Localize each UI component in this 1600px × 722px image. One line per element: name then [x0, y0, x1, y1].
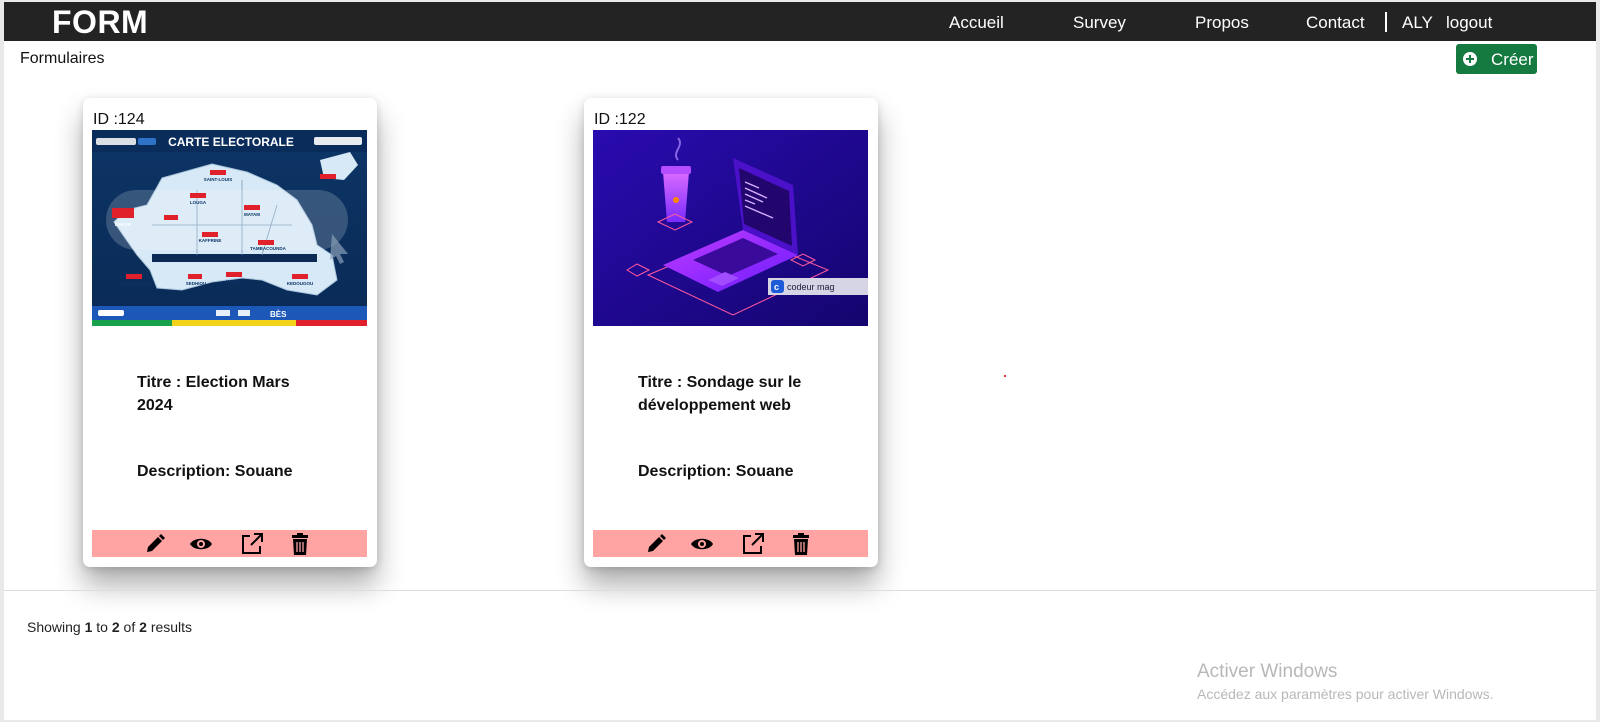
image-badge: codeur mag	[787, 282, 835, 292]
stray-dot	[1004, 375, 1006, 377]
card-action-bar	[92, 530, 367, 557]
pager-to-word: to	[96, 619, 108, 635]
pager-to: 2	[111, 619, 120, 635]
region-label: KAFFRINE	[199, 238, 222, 243]
watermark-title: Activer Windows	[1197, 661, 1338, 682]
region-label: DAKAR	[115, 222, 132, 227]
map-title: CARTE ELECTORALE	[168, 135, 294, 149]
user-name[interactable]: ALY	[1402, 13, 1433, 33]
view-icon[interactable]	[189, 532, 213, 556]
region-label: ZIGUINCHOR	[122, 281, 151, 286]
pager-suffix: results	[150, 619, 193, 635]
edit-icon[interactable]	[143, 532, 167, 556]
plus-circle-icon	[1463, 52, 1477, 66]
card-title: Titre : Sondage sur le développement web	[638, 374, 802, 414]
open-external-icon[interactable]	[741, 532, 765, 556]
brand-logo[interactable]: FORM	[52, 3, 148, 41]
nav-separator	[1385, 12, 1387, 32]
form-card: ID :122 c codeur mag Titre: Sondage sur…	[584, 98, 878, 567]
watermark-subtitle: Accédez aux paramètres pour activer Wind…	[1197, 686, 1494, 702]
nav-link-propos[interactable]: Propos	[1195, 13, 1249, 33]
open-external-icon[interactable]	[240, 532, 264, 556]
nav-link-contact[interactable]: Contact	[1306, 13, 1365, 33]
logout-link[interactable]: logout	[1446, 13, 1492, 33]
view-icon[interactable]	[690, 532, 714, 556]
card-id: ID :124	[93, 111, 145, 128]
card-title: Titre : Election Mars 2024	[137, 374, 290, 414]
region-label: SAINT-LOUIS	[204, 177, 233, 182]
nav-link-accueil[interactable]: Accueil	[949, 13, 1004, 33]
card-id: ID :122	[594, 111, 646, 128]
app-window: FORM Accueil Survey Propos Contact ALY l…	[4, 2, 1596, 720]
svg-text:c: c	[774, 282, 779, 292]
form-card: ID :124 CARTE ELECTORALE SAINT-LOUIS LOU…	[83, 98, 377, 567]
create-form-button[interactable]: Créer	[1456, 44, 1537, 74]
page-title: Formulaires	[20, 50, 105, 67]
region-label: KEDOUGOU	[287, 281, 314, 286]
section-divider	[4, 590, 1596, 591]
region-label: LOUGA	[190, 200, 207, 205]
pagination-summary: Showing 1 to 2 of 2 results	[27, 619, 192, 635]
card-description: Description: Souane	[638, 463, 794, 480]
top-navbar: FORM Accueil Survey Propos Contact ALY l…	[4, 2, 1596, 41]
region-label: MATAM	[244, 212, 260, 217]
pager-total: 2	[139, 619, 147, 635]
delete-icon[interactable]	[789, 532, 813, 556]
delete-icon[interactable]	[288, 532, 312, 556]
edit-icon[interactable]	[644, 532, 668, 556]
create-button-label: Créer	[1491, 50, 1534, 69]
card-image-electoral-map[interactable]: CARTE ELECTORALE SAINT-LOUIS LOUGA MATAM…	[92, 130, 367, 326]
pager-of-word: of	[123, 619, 136, 635]
pager-prefix: Showing	[27, 619, 81, 635]
card-action-bar	[593, 530, 868, 557]
card-description: Description: Souane	[137, 463, 293, 480]
card-image-laptop[interactable]: c codeur mag	[593, 130, 868, 326]
region-label: TAMBACOUNDA	[250, 246, 286, 251]
region-label: SEDHIOU	[186, 281, 207, 286]
region-label: KOLDA	[226, 279, 243, 284]
pager-from: 1	[84, 619, 93, 635]
footer-logo: BÈS	[270, 310, 287, 319]
windows-activation-watermark: Activer Windows Accédez aux paramètres p…	[1197, 661, 1493, 704]
nav-link-survey[interactable]: Survey	[1073, 13, 1126, 33]
